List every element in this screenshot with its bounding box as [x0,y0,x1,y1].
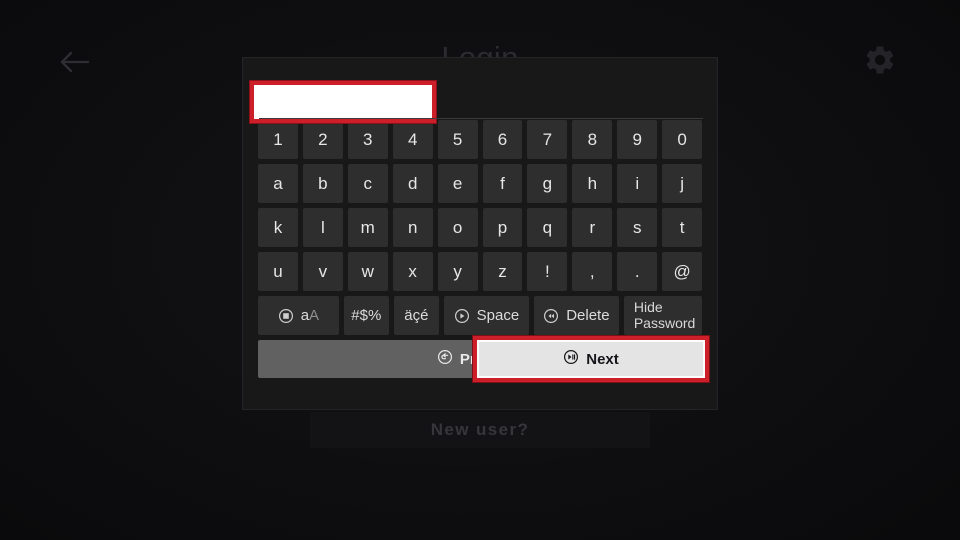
key-6[interactable]: 6 [482,120,523,159]
accents-key[interactable]: äçé [393,296,439,335]
shift-key[interactable]: a A [258,296,339,335]
key-q[interactable]: q [527,208,568,247]
keyboard-row-k-t: k l m n o p q r s t [258,208,703,247]
key-a[interactable]: a [258,164,298,203]
key-c[interactable]: c [347,164,388,203]
key-9[interactable]: 9 [617,120,658,159]
key-7[interactable]: 7 [527,120,568,159]
key-h[interactable]: h [572,164,613,203]
input-underline [259,118,703,119]
key-exclamation[interactable]: ! [527,252,568,291]
key-b[interactable]: b [302,164,343,203]
key-z[interactable]: z [482,252,523,291]
key-e[interactable]: e [437,164,478,203]
key-4[interactable]: 4 [392,120,433,159]
key-v[interactable]: v [302,252,343,291]
key-s[interactable]: s [617,208,658,247]
key-k[interactable]: k [258,208,298,247]
key-i[interactable]: i [617,164,658,203]
key-at[interactable]: @ [662,252,703,291]
key-w[interactable]: w [347,252,388,291]
key-o[interactable]: o [437,208,478,247]
circle-rewind-icon [543,308,559,324]
key-period[interactable]: . [617,252,658,291]
hide-password-line1: Hide [633,298,663,315]
next-button-label: Next [586,350,619,368]
key-2[interactable]: 2 [302,120,343,159]
osd-keyboard-dialog: 1 2 3 4 5 6 7 8 9 0 a b c d e f g h i j … [242,57,718,410]
key-comma[interactable]: , [572,252,613,291]
key-8[interactable]: 8 [572,120,613,159]
key-d[interactable]: d [392,164,433,203]
new-user-button[interactable]: New user? [310,412,650,448]
circle-back-arrow-icon [437,349,453,369]
dialog-nav-row: Previous Next [243,336,717,386]
space-key-label: Space [476,307,520,324]
next-button-focus-ring: Next [473,336,709,382]
circle-play-icon [454,308,470,324]
password-input-focus-ring [250,81,436,123]
key-5[interactable]: 5 [437,120,478,159]
next-button[interactable]: Next [477,340,705,378]
key-x[interactable]: x [392,252,433,291]
keyboard-row-digits: 1 2 3 4 5 6 7 8 9 0 [258,120,703,159]
delete-key[interactable]: Delete [533,296,619,335]
keyboard-row-u-at: u v w x y z ! , . @ [258,252,703,291]
key-u[interactable]: u [258,252,298,291]
key-1[interactable]: 1 [258,120,298,159]
circle-play-pause-icon [563,349,579,369]
key-g[interactable]: g [527,164,568,203]
space-key[interactable]: Space [443,296,529,335]
password-input[interactable] [254,85,432,119]
key-m[interactable]: m [347,208,388,247]
key-p[interactable]: p [482,208,523,247]
key-r[interactable]: r [572,208,613,247]
keyboard-keys: 1 2 3 4 5 6 7 8 9 0 a b c d e f g h i j … [243,120,717,335]
circle-square-icon [278,308,294,324]
hide-password-key[interactable]: Hide Password [623,296,703,335]
key-0[interactable]: 0 [662,120,703,159]
keyboard-row-a-j: a b c d e f g h i j [258,164,703,203]
key-j[interactable]: j [662,164,703,203]
key-n[interactable]: n [392,208,433,247]
key-3[interactable]: 3 [347,120,388,159]
keyboard-row-functions: a A #$% äçé Space Delete Hide Password [258,296,703,335]
shift-key-label-lower: a [300,307,310,324]
key-l[interactable]: l [302,208,343,247]
key-f[interactable]: f [482,164,523,203]
shift-key-label-upper: A [309,307,320,324]
password-input-row [243,58,717,123]
delete-key-label: Delete [566,307,610,324]
key-y[interactable]: y [437,252,478,291]
symbols-key[interactable]: #$% [343,296,389,335]
hide-password-line2: Password [633,314,696,331]
key-t[interactable]: t [662,208,703,247]
